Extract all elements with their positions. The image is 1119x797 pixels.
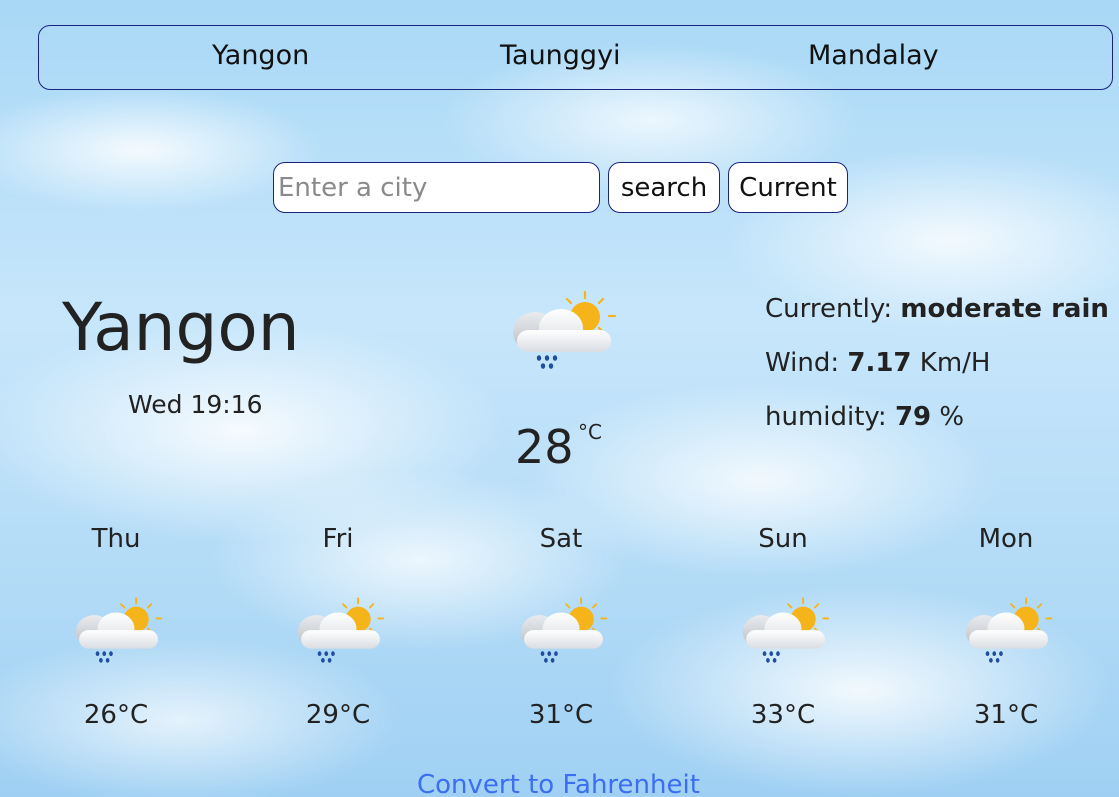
- cloud-sun-rain-icon: [959, 590, 1053, 672]
- description-label: Currently:: [765, 294, 893, 324]
- celsius-unit[interactable]: °C: [578, 420, 602, 444]
- humidity-value: 79: [894, 402, 932, 432]
- current-date-time: Wed 19:16: [128, 390, 263, 419]
- forecast-day: Mon 31°C: [936, 524, 1076, 730]
- forecast-day-temp: 31°C: [973, 700, 1039, 730]
- cloud-sun-rain-icon: [736, 590, 830, 672]
- current-location-button[interactable]: Current: [728, 162, 848, 213]
- description-row: Currently: moderate rain: [765, 294, 1109, 348]
- convert-to-fahrenheit-link[interactable]: Convert to Fahrenheit: [417, 770, 700, 797]
- wind-label: Wind:: [765, 348, 840, 378]
- humidity-unit: %: [939, 402, 965, 432]
- cloud-sun-rain-icon: [514, 590, 608, 672]
- current-temperature: 28: [515, 420, 574, 474]
- forecast-day-name: Sun: [758, 524, 808, 554]
- description-value: moderate rain: [900, 294, 1109, 324]
- cloud-sun-rain-icon: [505, 290, 617, 372]
- wind-unit: Km/H: [919, 348, 991, 378]
- cloud-sun-rain-icon: [69, 590, 163, 672]
- forecast-day: Fri 29°C: [268, 524, 408, 730]
- forecast-day: Sun 33°C: [713, 524, 853, 730]
- humidity-row: humidity: 79 %: [765, 402, 1109, 456]
- wind-row: Wind: 7.17 Km/H: [765, 348, 1109, 402]
- forecast-day: Thu 26°C: [46, 524, 186, 730]
- forecast-day-name: Thu: [91, 524, 141, 554]
- wind-value: 7.17: [847, 348, 912, 378]
- nav-city-yangon[interactable]: Yangon: [212, 40, 309, 71]
- nav-city-mandalay[interactable]: Mandalay: [808, 40, 939, 71]
- forecast-day-name: Fri: [322, 524, 354, 554]
- city-nav: Yangon Taunggyi Mandalay: [38, 25, 1113, 90]
- cloud-sun-rain-icon: [291, 590, 385, 672]
- search-button[interactable]: search: [608, 162, 720, 213]
- forecast-day-temp: 31°C: [528, 700, 594, 730]
- current-city-name: Yangon: [62, 289, 300, 366]
- forecast-day-temp: 26°C: [83, 700, 149, 730]
- forecast-day-temp: 33°C: [750, 700, 816, 730]
- forecast-day-temp: 29°C: [305, 700, 371, 730]
- nav-city-taunggyi[interactable]: Taunggyi: [500, 40, 621, 71]
- forecast-day-name: Sat: [539, 524, 583, 554]
- humidity-label: humidity:: [765, 402, 887, 432]
- weather-details: Currently: moderate rain Wind: 7.17 Km/H…: [765, 294, 1109, 456]
- city-search-input[interactable]: [273, 162, 600, 213]
- forecast-day-name: Mon: [978, 524, 1034, 554]
- forecast-day: Sat 31°C: [491, 524, 631, 730]
